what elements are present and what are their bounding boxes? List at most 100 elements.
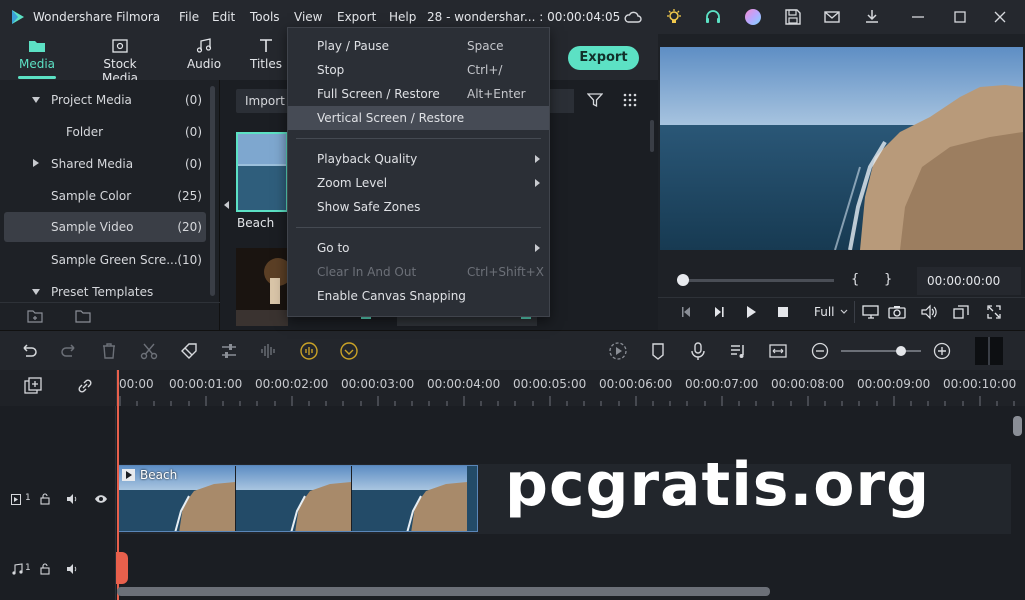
media-thumb-2[interactable] bbox=[236, 248, 288, 326]
library-item-project-media[interactable]: Project Media (0) bbox=[4, 85, 206, 115]
media-thumb-beach[interactable] bbox=[236, 132, 288, 212]
tab-stock-media[interactable]: Stock Media bbox=[84, 38, 156, 85]
speaker-icon[interactable] bbox=[66, 563, 78, 575]
minimize-icon[interactable] bbox=[909, 8, 927, 26]
preview-scrubber[interactable] bbox=[682, 279, 834, 282]
lightbulb-icon[interactable] bbox=[665, 8, 683, 26]
redo-icon[interactable] bbox=[59, 341, 79, 361]
add-track-icon[interactable] bbox=[24, 377, 42, 395]
menu-item-play-pause[interactable]: Play / Pause Space bbox=[288, 34, 549, 58]
fit-timeline-icon[interactable] bbox=[768, 341, 788, 361]
delete-icon[interactable] bbox=[99, 341, 119, 361]
library-item-sample-video[interactable]: Sample Video (20) bbox=[4, 212, 206, 242]
snapshot-icon[interactable] bbox=[888, 304, 906, 320]
audio-wave-icon[interactable] bbox=[259, 341, 279, 361]
media-scrollbar[interactable] bbox=[650, 120, 654, 152]
vertical-scroll-track[interactable] bbox=[1011, 406, 1025, 592]
tab-titles[interactable]: Titles bbox=[248, 38, 284, 71]
horizontal-scroll-thumb[interactable] bbox=[117, 587, 770, 596]
mail-icon[interactable] bbox=[823, 8, 841, 26]
quality-select[interactable]: Full bbox=[805, 302, 851, 322]
preview-video[interactable] bbox=[660, 47, 1023, 250]
menu-item-go-to[interactable]: Go to bbox=[288, 236, 549, 260]
zoom-slider-handle[interactable] bbox=[896, 346, 906, 356]
lock-icon[interactable] bbox=[40, 563, 50, 575]
tab-media[interactable]: Media bbox=[16, 38, 58, 71]
grid-view-icon[interactable] bbox=[622, 92, 638, 108]
zoom-out-icon[interactable] bbox=[810, 341, 830, 361]
menu-item-playback-quality[interactable]: Playback Quality bbox=[288, 147, 549, 171]
collapse-panel-icon[interactable] bbox=[224, 201, 229, 209]
headset-icon[interactable] bbox=[704, 8, 722, 26]
lock-icon[interactable] bbox=[40, 493, 50, 505]
render-preview-icon[interactable] bbox=[862, 304, 880, 320]
menu-item-vertical-screen[interactable]: Vertical Screen / Restore bbox=[288, 106, 549, 130]
stop-icon[interactable] bbox=[777, 306, 789, 318]
marker-icon[interactable] bbox=[648, 341, 668, 361]
menu-item-label: Zoom Level bbox=[317, 176, 388, 190]
video-clip-beach[interactable]: Beach bbox=[118, 465, 478, 532]
menu-file[interactable]: File bbox=[179, 10, 199, 24]
display-settings-icon[interactable] bbox=[952, 304, 970, 320]
audio-track-lane[interactable] bbox=[117, 534, 1012, 592]
vertical-scroll-thumb[interactable] bbox=[1013, 416, 1022, 436]
previous-frame-icon[interactable] bbox=[680, 305, 694, 319]
new-folder-icon[interactable] bbox=[27, 309, 43, 323]
render-icon[interactable] bbox=[608, 341, 628, 361]
menu-edit[interactable]: Edit bbox=[212, 10, 235, 24]
media-tabs: Media Stock Media Audio Titles bbox=[0, 34, 290, 85]
save-icon[interactable] bbox=[784, 8, 802, 26]
mark-in-button[interactable]: { bbox=[851, 272, 859, 287]
ruler-label: 00:00:07:00 bbox=[685, 377, 759, 391]
link-icon[interactable] bbox=[76, 377, 94, 395]
play-icon[interactable] bbox=[744, 305, 758, 319]
volume-icon[interactable] bbox=[920, 304, 938, 320]
menu-help[interactable]: Help bbox=[389, 10, 416, 24]
auto-sync-icon[interactable] bbox=[339, 341, 359, 361]
microphone-icon[interactable] bbox=[688, 341, 708, 361]
audio-mixer-icon[interactable] bbox=[728, 341, 748, 361]
timeline-ruler[interactable]: 00:00 00:00:01:00 00:00:02:00 00:00:03:0… bbox=[0, 370, 1025, 406]
library-scrollbar[interactable] bbox=[210, 86, 215, 296]
menu-item-clear-in-out: Clear In And Out Ctrl+Shift+X bbox=[288, 260, 549, 284]
speaker-icon[interactable] bbox=[66, 493, 78, 505]
undo-icon[interactable] bbox=[19, 341, 39, 361]
filter-icon[interactable] bbox=[587, 92, 603, 108]
download-icon[interactable] bbox=[863, 8, 881, 26]
zoom-in-icon[interactable] bbox=[932, 341, 952, 361]
maximize-icon[interactable] bbox=[951, 8, 969, 26]
play-frame-icon[interactable] bbox=[712, 305, 726, 319]
library-item-folder[interactable]: Folder (0) bbox=[4, 117, 206, 147]
search-box-edge[interactable] bbox=[550, 89, 574, 113]
playhead-handle[interactable] bbox=[116, 552, 128, 584]
close-icon[interactable] bbox=[991, 8, 1009, 26]
library-item-sample-color[interactable]: Sample Color (25) bbox=[4, 181, 206, 211]
zoom-slider[interactable] bbox=[841, 350, 921, 352]
menu-item-label: Playback Quality bbox=[317, 152, 418, 166]
eye-icon[interactable] bbox=[94, 494, 108, 504]
layout-toggle[interactable] bbox=[975, 337, 1003, 365]
scrubber-handle[interactable] bbox=[677, 274, 689, 286]
menu-export[interactable]: Export bbox=[337, 10, 376, 24]
menu-item-zoom-level[interactable]: Zoom Level bbox=[288, 171, 549, 195]
menu-tools[interactable]: Tools bbox=[250, 10, 280, 24]
library-item-sample-green-screen[interactable]: Sample Green Scre... (10) bbox=[4, 245, 206, 275]
adjust-icon[interactable] bbox=[219, 341, 239, 361]
menu-view[interactable]: View bbox=[294, 10, 322, 24]
menu-separator bbox=[296, 227, 541, 228]
mark-out-button[interactable]: } bbox=[884, 272, 892, 287]
menu-item-full-screen[interactable]: Full Screen / Restore Alt+Enter bbox=[288, 82, 549, 106]
menu-item-show-safe-zones[interactable]: Show Safe Zones bbox=[288, 195, 549, 219]
menu-item-enable-canvas-snapping[interactable]: Enable Canvas Snapping bbox=[288, 284, 549, 308]
voice-detect-icon[interactable] bbox=[299, 341, 319, 361]
folder-outline-icon[interactable] bbox=[75, 309, 91, 323]
menu-item-stop[interactable]: Stop Ctrl+/ bbox=[288, 58, 549, 82]
cloud-icon[interactable] bbox=[624, 8, 642, 26]
profile-orb-icon[interactable] bbox=[744, 8, 762, 26]
library-item-shared-media[interactable]: Shared Media (0) bbox=[4, 149, 206, 179]
cut-icon[interactable] bbox=[139, 341, 159, 361]
fullscreen-icon[interactable] bbox=[986, 304, 1002, 320]
export-button[interactable]: Export bbox=[568, 46, 639, 70]
tab-audio[interactable]: Audio bbox=[186, 38, 222, 71]
tag-icon[interactable] bbox=[179, 341, 199, 361]
